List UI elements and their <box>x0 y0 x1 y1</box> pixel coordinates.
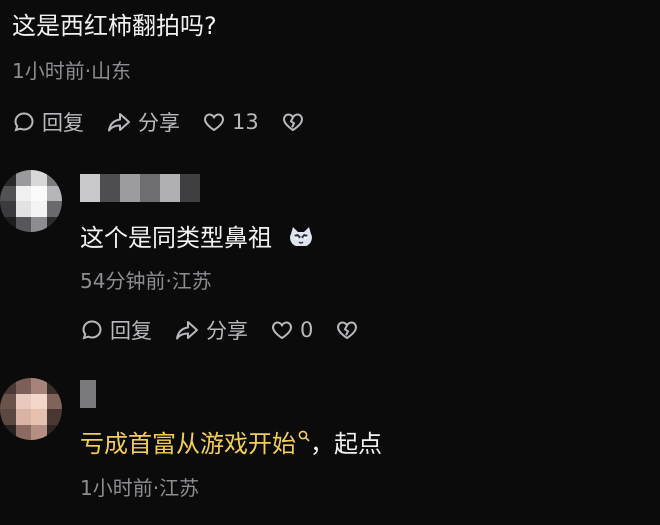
comment-meta: 1小时前·江苏 <box>80 476 200 500</box>
reply-icon <box>14 112 34 132</box>
search-link[interactable]: 亏成首富从游戏开始 <box>80 430 296 458</box>
broken-heart-icon <box>337 321 358 340</box>
comment-actions: 回复 分享 0 <box>80 315 381 345</box>
reply-icon <box>82 320 102 340</box>
share-icon <box>176 321 198 340</box>
comment-text-content: 这个是同类型鼻祖 <box>80 224 272 252</box>
share-label: 分享 <box>138 111 180 135</box>
comment-text: 这是西红柿翻拍吗? <box>12 12 217 40</box>
reply-label: 回复 <box>110 319 152 343</box>
broken-heart-icon <box>282 113 303 132</box>
comment-text: 亏成首富从游戏开始 ，起点 <box>80 428 382 460</box>
share-icon <box>108 113 130 132</box>
avatar[interactable] <box>0 378 62 440</box>
username-blurred[interactable] <box>80 380 96 408</box>
like-count: 13 <box>232 110 259 134</box>
avatar[interactable] <box>0 170 62 232</box>
reply-label: 回复 <box>42 111 84 135</box>
comment-suffix: ，起点 <box>310 430 382 458</box>
reply-button[interactable]: 回复 <box>80 315 152 345</box>
share-button[interactable]: 分享 <box>106 107 180 137</box>
comment-text: 这个是同类型鼻祖 <box>80 222 314 254</box>
comment-actions: 回复 分享 13 <box>12 107 327 137</box>
cat-emoji-icon <box>289 227 312 246</box>
like-button[interactable]: 0 <box>270 318 313 342</box>
dislike-button[interactable] <box>335 318 359 342</box>
heart-icon <box>272 321 292 340</box>
comment-meta: 1小时前·山东 <box>12 59 132 83</box>
like-count: 0 <box>300 318 314 342</box>
heart-icon <box>204 113 224 132</box>
username-blurred[interactable] <box>80 174 200 202</box>
share-button[interactable]: 分享 <box>174 315 248 345</box>
dislike-button[interactable] <box>281 110 305 134</box>
search-icon <box>298 430 310 442</box>
share-label: 分享 <box>206 319 248 343</box>
reply-button[interactable]: 回复 <box>12 107 84 137</box>
comment-meta: 54分钟前·江苏 <box>80 269 212 293</box>
like-button[interactable]: 13 <box>202 110 259 134</box>
